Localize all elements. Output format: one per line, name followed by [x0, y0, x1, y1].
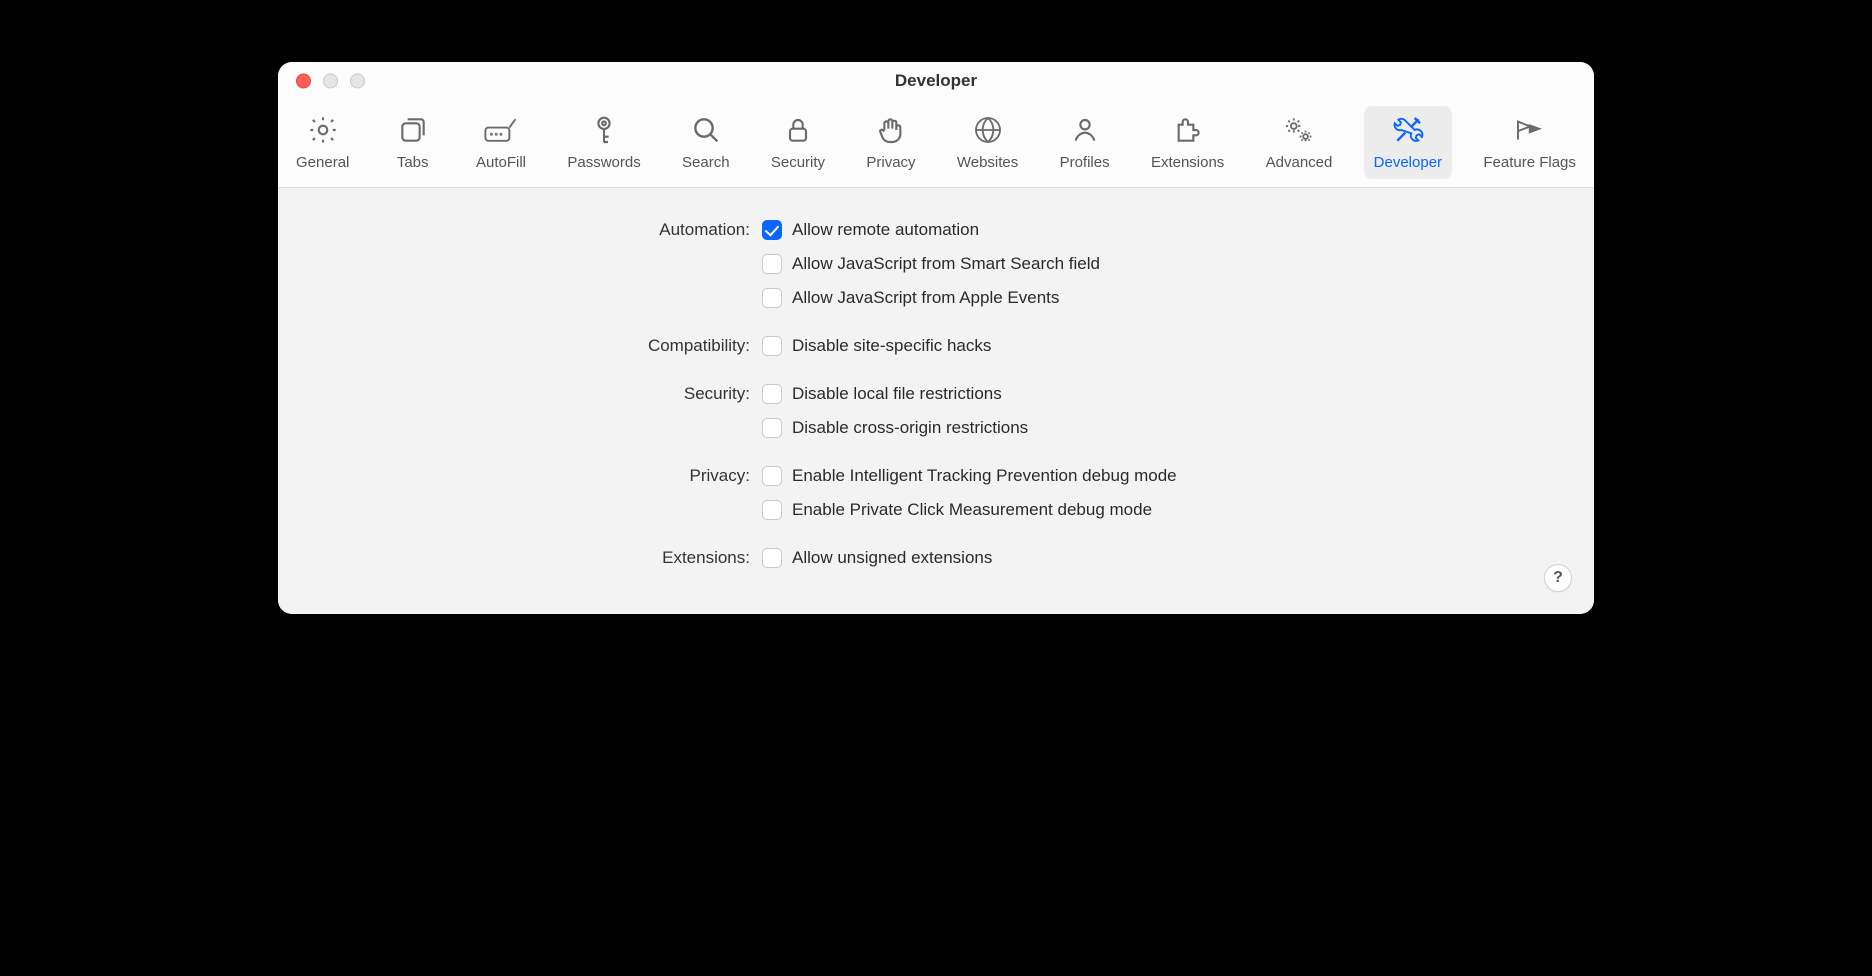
tab-label: Websites [957, 154, 1018, 171]
gears-icon [1281, 112, 1317, 148]
section-label: Extensions: [306, 546, 762, 570]
checkbox-enable-itp-debug[interactable]: Enable Intelligent Tracking Prevention d… [762, 464, 1177, 488]
preferences-content: Automation: Allow remote automation Allo… [278, 188, 1594, 614]
tools-icon [1390, 112, 1426, 148]
tab-autofill[interactable]: AutoFill [466, 106, 536, 179]
preferences-window: Developer General Tabs AutoFill Password… [278, 62, 1594, 614]
checkbox-icon [762, 500, 782, 520]
section-label: Privacy: [306, 464, 762, 488]
checkbox-icon [762, 384, 782, 404]
checkbox-label: Disable cross-origin restrictions [792, 416, 1028, 440]
flags-icon [1512, 112, 1548, 148]
checkbox-allow-js-apple-events[interactable]: Allow JavaScript from Apple Events [762, 286, 1100, 310]
puzzle-icon [1170, 112, 1206, 148]
tab-label: General [296, 154, 349, 171]
hand-icon [873, 112, 909, 148]
checkbox-label: Allow remote automation [792, 218, 979, 242]
tab-extensions[interactable]: Extensions [1141, 106, 1234, 179]
checkbox-icon [762, 288, 782, 308]
tab-label: Security [771, 154, 825, 171]
checkbox-icon [762, 418, 782, 438]
checkbox-label: Disable site-specific hacks [792, 334, 991, 358]
close-window-button[interactable] [296, 74, 311, 89]
section-privacy: Privacy: Enable Intelligent Tracking Pre… [306, 464, 1566, 522]
tab-websites[interactable]: Websites [947, 106, 1028, 179]
checkbox-allow-js-smart-search[interactable]: Allow JavaScript from Smart Search field [762, 252, 1100, 276]
checkbox-label: Allow JavaScript from Apple Events [792, 286, 1059, 310]
checkbox-label: Enable Intelligent Tracking Prevention d… [792, 464, 1177, 488]
tab-advanced[interactable]: Advanced [1256, 106, 1343, 179]
tab-passwords[interactable]: Passwords [557, 106, 650, 179]
checkbox-label: Disable local file restrictions [792, 382, 1002, 406]
section-compatibility: Compatibility: Disable site-specific hac… [306, 334, 1566, 358]
tab-label: Extensions [1151, 154, 1224, 171]
checkbox-allow-remote-automation[interactable]: Allow remote automation [762, 218, 1100, 242]
person-icon [1067, 112, 1103, 148]
globe-icon [970, 112, 1006, 148]
checkbox-enable-pcm-debug[interactable]: Enable Private Click Measurement debug m… [762, 498, 1177, 522]
preferences-toolbar: General Tabs AutoFill Passwords Search [278, 100, 1594, 188]
tab-general[interactable]: General [286, 106, 359, 179]
checkbox-label: Allow unsigned extensions [792, 546, 992, 570]
search-icon [688, 112, 724, 148]
window-title: Developer [895, 71, 977, 91]
titlebar: Developer [278, 62, 1594, 100]
checkbox-icon [762, 220, 782, 240]
tab-profiles[interactable]: Profiles [1050, 106, 1120, 179]
gear-icon [305, 112, 341, 148]
checkbox-disable-site-hacks[interactable]: Disable site-specific hacks [762, 334, 991, 358]
zoom-window-button[interactable] [350, 74, 365, 89]
tab-label: Developer [1374, 154, 1442, 171]
tab-label: Search [682, 154, 730, 171]
tab-label: AutoFill [476, 154, 526, 171]
tab-label: Passwords [567, 154, 640, 171]
checkbox-icon [762, 336, 782, 356]
checkbox-label: Enable Private Click Measurement debug m… [792, 498, 1152, 522]
tab-security[interactable]: Security [761, 106, 835, 179]
lock-icon [780, 112, 816, 148]
section-label: Automation: [306, 218, 762, 242]
tab-label: Privacy [866, 154, 915, 171]
checkbox-icon [762, 548, 782, 568]
tab-search[interactable]: Search [672, 106, 740, 179]
section-extensions: Extensions: Allow unsigned extensions [306, 546, 1566, 570]
section-label: Compatibility: [306, 334, 762, 358]
tab-label: Feature Flags [1483, 154, 1576, 171]
tab-label: Advanced [1266, 154, 1333, 171]
window-controls [296, 74, 365, 89]
tab-developer[interactable]: Developer [1364, 106, 1452, 179]
section-label: Security: [306, 382, 762, 406]
checkbox-icon [762, 466, 782, 486]
tab-label: Profiles [1060, 154, 1110, 171]
section-security: Security: Disable local file restriction… [306, 382, 1566, 440]
tabs-icon [395, 112, 431, 148]
minimize-window-button[interactable] [323, 74, 338, 89]
autofill-icon [483, 112, 519, 148]
section-automation: Automation: Allow remote automation Allo… [306, 218, 1566, 310]
checkbox-disable-local-file-restrictions[interactable]: Disable local file restrictions [762, 382, 1028, 406]
checkbox-allow-unsigned-extensions[interactable]: Allow unsigned extensions [762, 546, 992, 570]
checkbox-label: Allow JavaScript from Smart Search field [792, 252, 1100, 276]
checkbox-icon [762, 254, 782, 274]
checkbox-disable-cross-origin-restrictions[interactable]: Disable cross-origin restrictions [762, 416, 1028, 440]
help-button[interactable]: ? [1544, 564, 1572, 592]
key-icon [586, 112, 622, 148]
tab-label: Tabs [397, 154, 429, 171]
tab-tabs[interactable]: Tabs [381, 106, 445, 179]
tab-feature-flags[interactable]: Feature Flags [1473, 106, 1586, 179]
tab-privacy[interactable]: Privacy [856, 106, 925, 179]
